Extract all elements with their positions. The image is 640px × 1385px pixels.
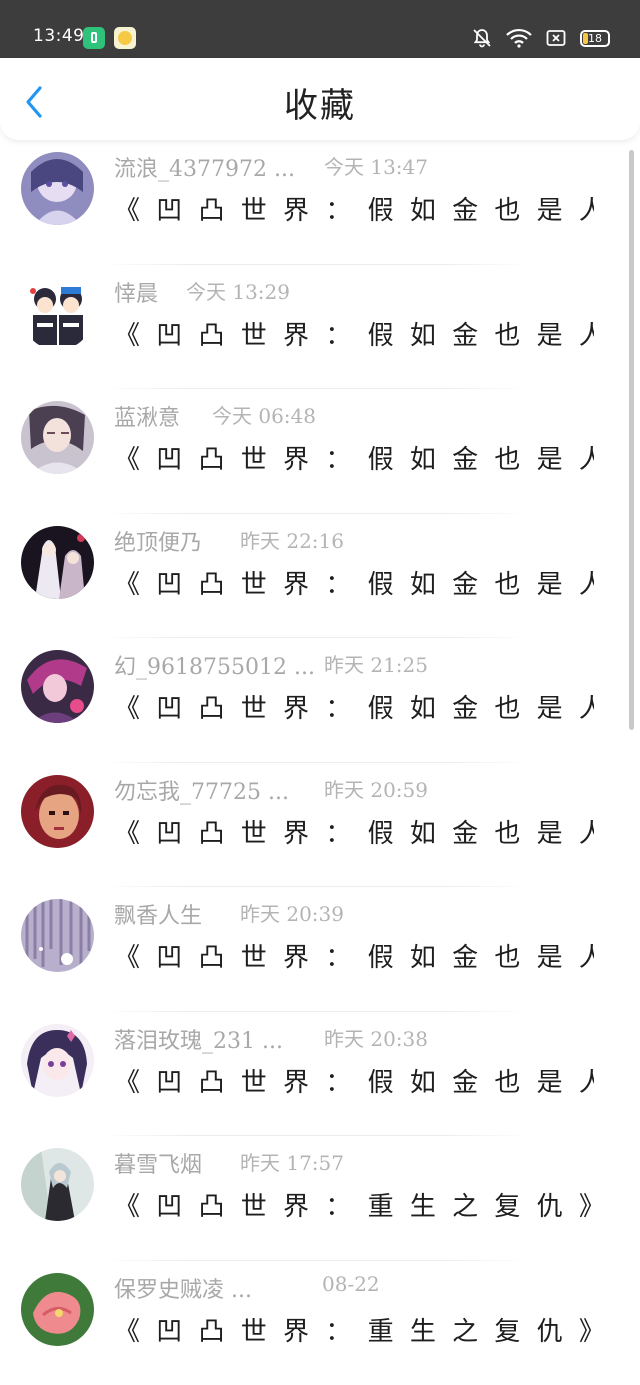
avatar[interactable] <box>21 1148 94 1221</box>
username: 飘香人生 <box>114 898 202 930</box>
battery-level: 18 <box>588 32 602 45</box>
item-meta: 勿忘我_77725 ...昨天 20:59 <box>114 774 289 804</box>
list-item[interactable]: 勿忘我_77725 ...昨天 20:59 《 凹 凸 世 界 ： 假 如 金 … <box>0 763 640 888</box>
avatar[interactable] <box>21 650 94 723</box>
avatar[interactable] <box>21 277 94 350</box>
emoji-app-icon <box>114 27 136 49</box>
list-item[interactable]: 绝顶便乃昨天 22:16 《 凹 凸 世 界 ： 假 如 金 也 是 人 造 人… <box>0 514 640 639</box>
message-preview: 《 凹 凸 世 界 ： 假 如 金 也 是 人 造 人 ... <box>114 315 594 352</box>
item-meta: 绝顶便乃昨天 22:16 <box>114 525 202 555</box>
timestamp: 08-22 <box>322 1272 380 1296</box>
message-preview: 《 凹 凸 世 界 ： 假 如 金 也 是 人 造 人 ... <box>114 813 594 850</box>
avatar[interactable] <box>21 899 94 972</box>
item-meta: 暮雪飞烟昨天 17:57 <box>114 1147 202 1177</box>
avatar[interactable] <box>21 401 94 474</box>
avatar[interactable] <box>21 152 94 225</box>
timestamp: 今天 13:29 <box>186 276 290 305</box>
avatar[interactable] <box>21 526 94 599</box>
timestamp: 昨天 22:16 <box>240 525 344 554</box>
avatar[interactable] <box>21 775 94 848</box>
nav-header: 收藏 <box>0 58 640 140</box>
status-time: 13:49 <box>33 26 85 46</box>
item-meta: 飘香人生昨天 20:39 <box>114 898 202 928</box>
avatar[interactable] <box>21 1273 94 1346</box>
item-meta: 流浪_4377972 ...今天 13:47 <box>114 151 295 181</box>
item-meta: 幻_9618755012 ...昨天 21:25 <box>114 649 315 679</box>
message-preview: 《 凹 凸 世 界 ： 重 生 之 复 仇 》 <box>114 1311 594 1348</box>
message-preview: 《 凹 凸 世 界 ： 假 如 金 也 是 人 造 人 ... <box>114 190 594 227</box>
scrollbar[interactable] <box>629 150 634 730</box>
message-preview: 《 凹 凸 世 界 ： 假 如 金 也 是 人 造 人 ... <box>114 937 594 974</box>
username: 暮雪飞烟 <box>114 1147 202 1179</box>
timestamp: 昨天 20:39 <box>240 898 344 927</box>
list-item[interactable]: 流浪_4377972 ...今天 13:47 《 凹 凸 世 界 ： 假 如 金… <box>0 140 640 265</box>
timestamp: 今天 13:47 <box>324 151 428 180</box>
status-icons: 18 <box>472 27 610 49</box>
favorites-list: 流浪_4377972 ...今天 13:47 《 凹 凸 世 界 ： 假 如 金… <box>0 140 640 1385</box>
username: 绝顶便乃 <box>114 525 202 557</box>
item-meta: 蓝湫意今天 06:48 <box>114 400 180 430</box>
avatar[interactable] <box>21 1024 94 1097</box>
list-item[interactable]: 幻_9618755012 ...昨天 21:25 《 凹 凸 世 界 ： 假 如… <box>0 638 640 763</box>
battery-saver-app-icon <box>83 27 105 49</box>
status-bar: 13:49 18 <box>0 0 640 58</box>
message-preview: 《 凹 凸 世 界 ： 假 如 金 也 是 人 造 人 ... <box>114 439 594 476</box>
item-meta: 落泪玫瑰_231 ...昨天 20:38 <box>114 1023 283 1053</box>
timestamp: 昨天 20:59 <box>324 774 428 803</box>
timestamp: 今天 06:48 <box>212 400 316 429</box>
username: 流浪_4377972 ... <box>114 151 295 183</box>
list-item[interactable]: 落泪玫瑰_231 ...昨天 20:38 《 凹 凸 世 界 ： 假 如 金 也… <box>0 1012 640 1137</box>
wifi-icon <box>506 28 532 48</box>
message-preview: 《 凹 凸 世 界 ： 重 生 之 复 仇 》 <box>114 1186 594 1223</box>
message-preview: 《 凹 凸 世 界 ： 假 如 金 也 是 人 造 人 ... <box>114 564 594 601</box>
bell-off-icon <box>472 28 492 48</box>
page-title: 收藏 <box>0 78 640 127</box>
username: 悻晨 <box>114 276 158 308</box>
list-item[interactable]: 蓝湫意今天 06:48 《 凹 凸 世 界 ： 假 如 金 也 是 人 造 人 … <box>0 389 640 514</box>
battery-icon: 18 <box>580 30 610 47</box>
list-item[interactable]: 飘香人生昨天 20:39 《 凹 凸 世 界 ： 假 如 金 也 是 人 造 人… <box>0 887 640 1012</box>
username: 勿忘我_77725 ... <box>114 774 289 806</box>
username: 落泪玫瑰_231 ... <box>114 1023 283 1055</box>
username: 保罗史贼凌 ... <box>114 1272 252 1304</box>
timestamp: 昨天 20:38 <box>324 1023 428 1052</box>
username: 幻_9618755012 ... <box>114 649 315 681</box>
list-item[interactable]: 悻晨今天 13:29 《 凹 凸 世 界 ： 假 如 金 也 是 人 造 人 .… <box>0 265 640 390</box>
message-preview: 《 凹 凸 世 界 ： 假 如 金 也 是 人 造 人 ... <box>114 1062 594 1099</box>
item-meta: 保罗史贼凌 ...08-22 <box>114 1272 252 1302</box>
sim-card-icon <box>546 29 566 47</box>
item-meta: 悻晨今天 13:29 <box>114 276 158 306</box>
message-preview: 《 凹 凸 世 界 ： 假 如 金 也 是 人 造 人 ... <box>114 688 594 725</box>
list-item[interactable]: 暮雪飞烟昨天 17:57 《 凹 凸 世 界 ： 重 生 之 复 仇 》 <box>0 1136 640 1261</box>
username: 蓝湫意 <box>114 400 180 432</box>
list-item[interactable]: 保罗史贼凌 ...08-22 《 凹 凸 世 界 ： 重 生 之 复 仇 》 <box>0 1261 640 1385</box>
timestamp: 昨天 17:57 <box>240 1147 344 1176</box>
timestamp: 昨天 21:25 <box>324 649 428 678</box>
